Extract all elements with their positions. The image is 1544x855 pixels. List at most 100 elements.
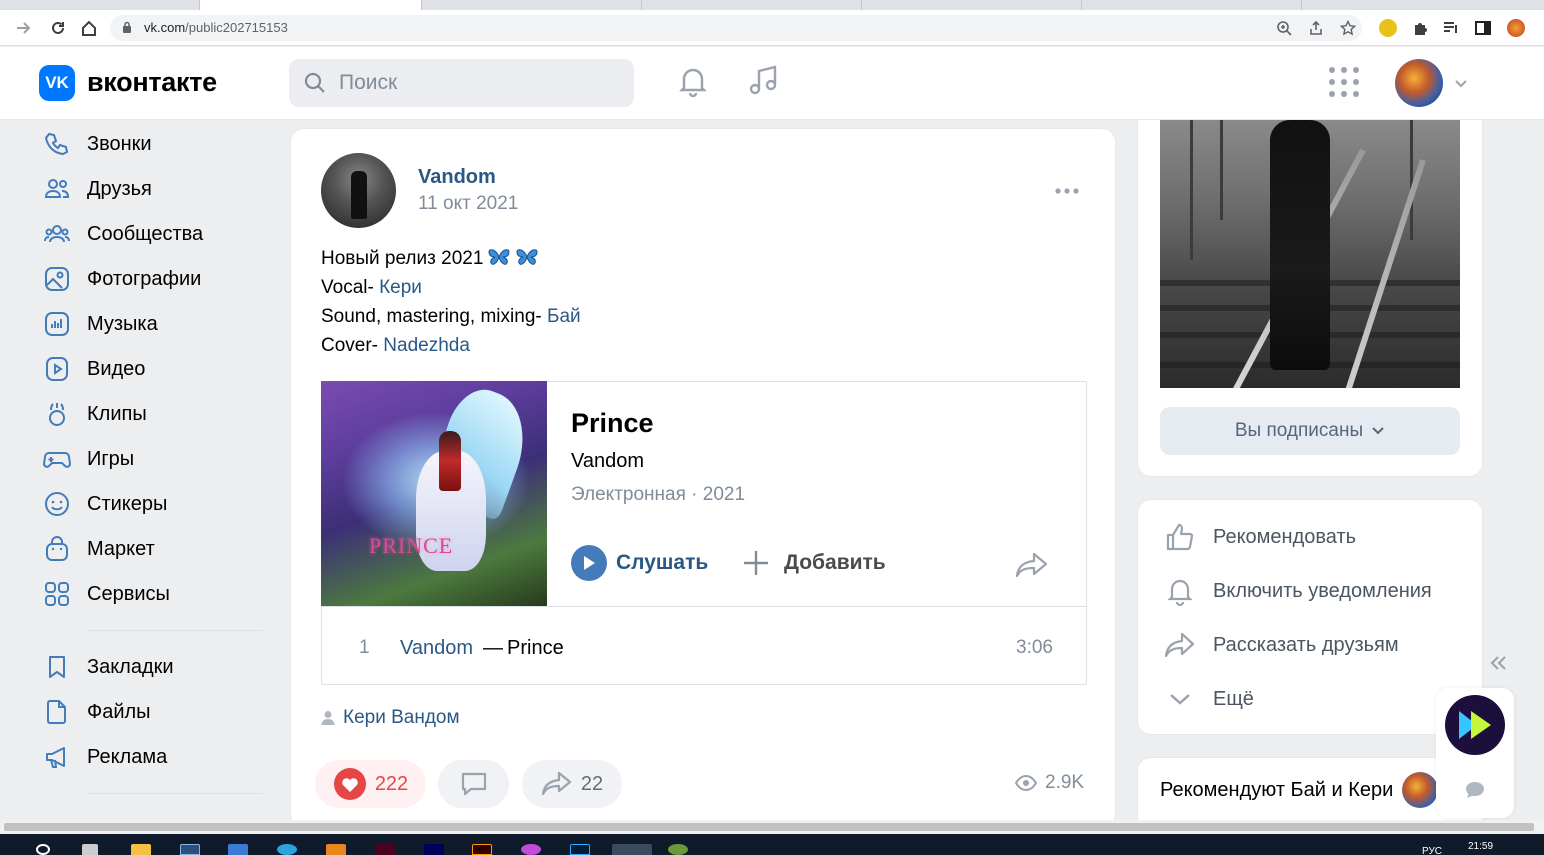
add-album-button[interactable]: Добавить <box>741 544 886 582</box>
browser-tab[interactable] <box>642 0 862 10</box>
music-note-icon[interactable] <box>745 63 781 99</box>
forward-icon[interactable] <box>12 16 36 40</box>
puzzle-icon[interactable] <box>1411 19 1429 37</box>
blender-icon[interactable] <box>326 844 346 855</box>
like-button[interactable]: 222 <box>315 760 426 808</box>
vk-logo[interactable]: VK <box>39 65 75 101</box>
menu-item-music[interactable]: Музыка <box>39 304 269 344</box>
telegram-icon[interactable] <box>277 844 297 855</box>
browser-tab[interactable] <box>0 0 200 10</box>
mention-link[interactable]: Бай <box>547 306 581 327</box>
share-arrow-icon[interactable] <box>1014 550 1050 580</box>
horizontal-scrollbar[interactable] <box>0 820 1544 834</box>
photoshop-icon[interactable] <box>570 844 590 855</box>
menu-label: Фотографии <box>87 267 202 290</box>
share-icon <box>1162 627 1198 663</box>
track-row[interactable]: 1 Vandom — Prince 3:06 <box>322 607 1086 685</box>
search-icon[interactable] <box>36 844 50 855</box>
listen-button[interactable]: Слушать <box>571 544 708 582</box>
reload-icon[interactable] <box>46 16 70 40</box>
browser-toolbar: vk.com/public202715153 <box>0 10 1544 46</box>
subscribed-button[interactable]: Вы подписаны <box>1160 407 1460 455</box>
star-icon[interactable] <box>1339 19 1357 36</box>
notifications-bell-icon[interactable] <box>675 63 711 99</box>
menu-item-friends[interactable]: Друзья <box>39 169 269 209</box>
zoom-icon[interactable] <box>1276 20 1292 36</box>
address-bar[interactable]: vk.com/public202715153 <box>110 15 1362 41</box>
chevron-down-icon <box>1162 681 1198 717</box>
menu-item-bookmarks[interactable]: Закладки <box>39 647 269 687</box>
recommend-action[interactable]: Рекомендовать <box>1162 517 1462 557</box>
home-icon[interactable] <box>77 16 101 40</box>
menu-item-games[interactable]: Игры <box>39 439 269 479</box>
friends-icon <box>39 171 75 207</box>
browser-tab[interactable] <box>422 0 642 10</box>
apps-grid-icon[interactable] <box>1329 67 1359 97</box>
browser-tab-active[interactable] <box>200 0 422 10</box>
collapse-panel-icon[interactable] <box>1487 652 1509 679</box>
search-input[interactable] <box>339 69 609 97</box>
app-icon[interactable] <box>668 844 688 855</box>
album-title[interactable]: Prince <box>571 408 654 439</box>
menu-item-calls[interactable]: Звонки <box>39 124 269 164</box>
comment-button[interactable] <box>438 760 509 808</box>
mention-link[interactable]: Nadezhda <box>383 335 470 356</box>
menu-item-video[interactable]: Видео <box>39 349 269 389</box>
scrollbar-thumb[interactable] <box>4 823 1534 831</box>
folder-icon[interactable] <box>131 844 151 855</box>
post-date[interactable]: 11 окт 2021 <box>418 193 518 215</box>
chat-bubble-icon[interactable] <box>1464 780 1486 805</box>
menu-item-services[interactable]: Сервисы <box>39 574 269 614</box>
language-indicator[interactable]: РУС <box>1422 846 1442 855</box>
menu-item-ads[interactable]: Реклама <box>39 737 269 777</box>
after-effects-icon[interactable] <box>424 844 444 855</box>
post-author-avatar[interactable] <box>321 153 396 228</box>
menu-item-files[interactable]: Файлы <box>39 692 269 732</box>
side-panel-icon[interactable] <box>1474 19 1492 37</box>
share-action[interactable]: Рассказать друзьям <box>1162 625 1462 665</box>
chevron-down-icon[interactable] <box>1453 75 1469 96</box>
app-icon[interactable] <box>521 844 541 855</box>
view-count: 2.9K <box>1045 772 1085 793</box>
menu-item-photos[interactable]: Фотографии <box>39 259 269 299</box>
extension-icon[interactable] <box>1379 19 1397 37</box>
group-cover-card: Вы подписаны <box>1137 120 1483 477</box>
group-photo[interactable] <box>1160 120 1460 388</box>
lightroom-icon[interactable] <box>180 844 200 855</box>
profile-icon[interactable] <box>1507 19 1525 37</box>
album-artist[interactable]: Vandom <box>571 450 644 473</box>
group-actions-card: Рекомендовать Включить уведомления Расск… <box>1137 499 1483 735</box>
vk-clips-icon[interactable] <box>1445 695 1505 755</box>
track-artist[interactable]: Vandom <box>400 637 473 660</box>
post-signer[interactable]: Кери Вандом <box>321 707 460 729</box>
chrome-taskbar-icon[interactable] <box>612 844 652 855</box>
app-icon[interactable] <box>228 844 248 855</box>
vk-wordmark[interactable]: вконтакте <box>87 67 217 98</box>
menu-item-clips[interactable]: Клипы <box>39 394 269 434</box>
user-avatar[interactable] <box>1395 59 1443 107</box>
reading-list-icon[interactable] <box>1442 19 1460 37</box>
megaphone-icon <box>39 739 75 775</box>
post-author-name[interactable]: Vandom <box>418 166 496 189</box>
more-action[interactable]: Ещё <box>1162 679 1462 719</box>
menu-item-market[interactable]: Маркет <box>39 529 269 569</box>
task-view-icon[interactable] <box>82 844 98 855</box>
search-box[interactable] <box>289 59 634 107</box>
menu-item-communities[interactable]: Сообщества <box>39 214 269 254</box>
menu-label: Реклама <box>87 745 168 768</box>
browser-tab[interactable] <box>862 0 1082 10</box>
indesign-icon[interactable] <box>375 844 395 855</box>
post-text-line: Новый релиз 2021 <box>321 248 484 269</box>
repost-button[interactable]: 22 <box>522 760 622 808</box>
notifications-action[interactable]: Включить уведомления <box>1162 571 1462 611</box>
more-options-icon[interactable] <box>1053 181 1083 201</box>
mention-link[interactable]: Кери <box>379 277 422 298</box>
album-cover[interactable]: PRINCE <box>321 381 547 606</box>
menu-item-stickers[interactable]: Стикеры <box>39 484 269 524</box>
clock[interactable]: 21:59 <box>1468 841 1493 852</box>
video-icon <box>39 351 75 387</box>
post-text: Новый релиз 2021 Vocal- Кери Sound, mast… <box>321 244 581 360</box>
browser-tab[interactable] <box>1082 0 1302 10</box>
illustrator-icon[interactable] <box>472 844 492 855</box>
share-page-icon[interactable] <box>1308 20 1324 36</box>
